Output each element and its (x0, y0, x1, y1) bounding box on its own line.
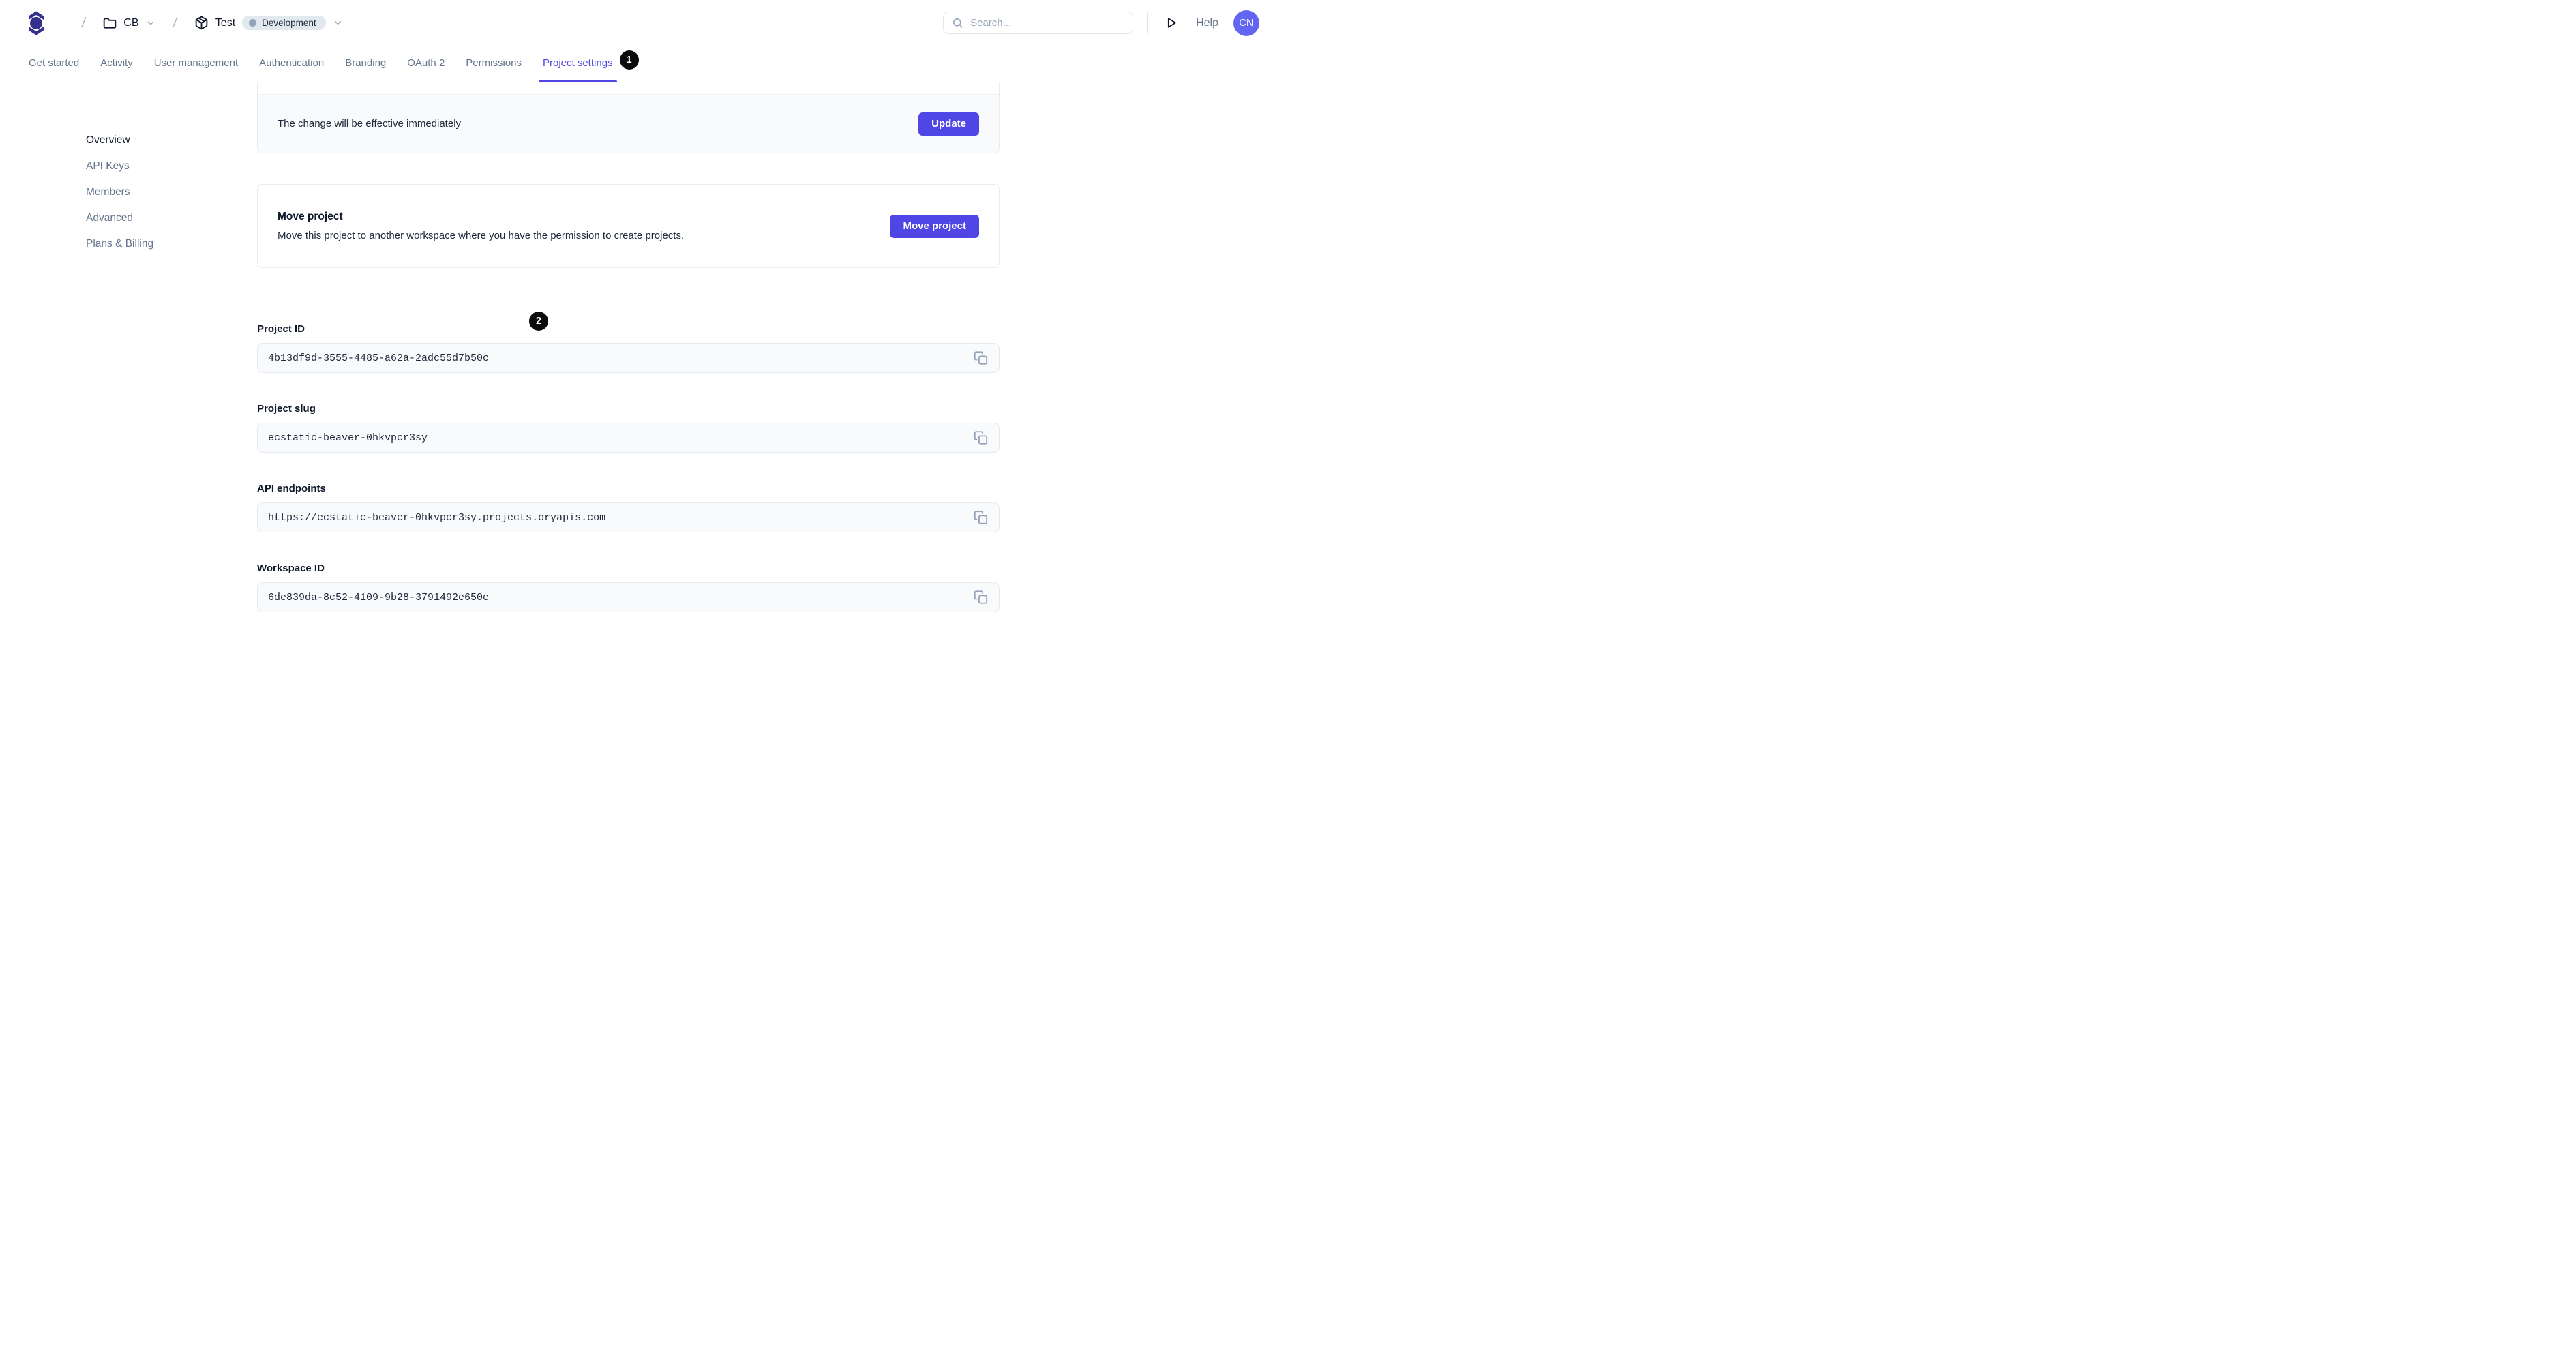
copy-icon[interactable] (972, 350, 989, 367)
tab-activity[interactable]: Activity (99, 57, 134, 82)
copy-icon[interactable] (972, 509, 989, 526)
tab-project-settings[interactable]: Project settings 1 (538, 50, 639, 82)
sidebar-item-advanced[interactable]: Advanced (86, 205, 153, 231)
tab-label: Project settings (542, 57, 613, 69)
breadcrumb-project[interactable]: Test Development (194, 16, 343, 30)
sidebar: Overview API Keys Members Advanced Plans… (86, 127, 153, 257)
field-workspace-id: Workspace ID 6de839da-8c52-4109-9b28-379… (257, 562, 1000, 612)
breadcrumb-workspace[interactable]: CB (103, 16, 155, 30)
divider (1147, 12, 1148, 33)
tab-permissions[interactable]: Permissions (464, 57, 523, 82)
move-project-text: Move project Move this project to anothe… (278, 211, 684, 241)
play-icon[interactable] (1164, 15, 1180, 31)
field-project-id: Project ID 4b13df9d-3555-4485-a62a-2adc5… (257, 323, 1000, 373)
chevron-down-icon (334, 20, 341, 25)
sidebar-item-api-keys[interactable]: API Keys (86, 153, 153, 179)
tab-get-started[interactable]: Get started (27, 57, 80, 82)
field-value: 4b13df9d-3555-4485-a62a-2adc55d7b50c (268, 352, 490, 364)
notification-badge-1: 1 (619, 50, 639, 70)
project-info-section: 2 Project ID 4b13df9d-3555-4485-a62a-2ad… (257, 312, 1000, 612)
tab-oauth-2[interactable]: OAuth 2 (406, 57, 446, 82)
avatar[interactable]: CN (1233, 10, 1259, 36)
sidebar-item-overview[interactable]: Overview (86, 127, 153, 153)
update-card: The change will be effective immediately… (257, 82, 1000, 153)
ory-logo-icon[interactable] (27, 10, 45, 37)
field-label: Project ID (257, 323, 305, 335)
field-value: 6de839da-8c52-4109-9b28-3791492e650e (268, 591, 490, 603)
field-value: https://ecstatic-beaver-0hkvpcr3sy.proje… (268, 511, 606, 524)
package-icon (195, 16, 208, 30)
tab-branding[interactable]: Branding (344, 57, 387, 82)
environment-label: Development (262, 18, 316, 28)
field-value-box: ecstatic-beaver-0hkvpcr3sy (257, 423, 1000, 453)
main-content: The change will be effective immediately… (257, 82, 1000, 642)
field-label: Project slug (257, 403, 316, 415)
sidebar-item-members[interactable]: Members (86, 179, 153, 205)
field-value-box: 4b13df9d-3555-4485-a62a-2adc55d7b50c (257, 343, 1000, 373)
update-card-body (258, 82, 999, 94)
sidebar-item-plans-billing[interactable]: Plans & Billing (86, 231, 153, 257)
move-project-description: Move this project to another workspace w… (278, 230, 685, 241)
field-label: Workspace ID (257, 562, 325, 574)
top-bar: / CB / Test Development Help CN (0, 0, 1288, 46)
field-project-slug: Project slug ecstatic-beaver-0hkvpcr3sy (257, 403, 1000, 453)
top-bar-actions: Help CN (943, 10, 1259, 36)
field-label: API endpoints (257, 483, 326, 494)
step-badge-2: 2 (529, 312, 548, 331)
search-icon (953, 18, 963, 28)
search-box[interactable] (943, 12, 1134, 34)
chevron-down-icon (147, 21, 153, 25)
tab-user-management[interactable]: User management (153, 57, 239, 82)
field-value-box: https://ecstatic-beaver-0hkvpcr3sy.proje… (257, 502, 1000, 532)
environment-dot-icon (249, 19, 257, 27)
breadcrumb-separator: / (80, 15, 87, 30)
copy-icon[interactable] (972, 589, 989, 606)
move-project-title: Move project (278, 211, 343, 222)
move-project-card: Move project Move this project to anothe… (257, 184, 1000, 268)
folder-icon (104, 17, 117, 29)
copy-icon[interactable] (972, 430, 989, 447)
environment-badge: Development (242, 16, 326, 30)
tab-authentication[interactable]: Authentication (258, 57, 325, 82)
move-project-button[interactable]: Move project (890, 214, 979, 238)
breadcrumb-separator: / (172, 15, 178, 30)
search-input[interactable] (970, 17, 1125, 29)
field-value-box: 6de839da-8c52-4109-9b28-3791492e650e (257, 582, 1000, 612)
update-card-footer: The change will be effective immediately… (258, 94, 999, 153)
page-body: Overview API Keys Members Advanced Plans… (0, 82, 1288, 682)
field-api-endpoints: API endpoints https://ecstatic-beaver-0h… (257, 483, 1000, 532)
update-button[interactable]: Update (918, 112, 979, 136)
field-value: ecstatic-beaver-0hkvpcr3sy (268, 432, 428, 444)
help-link[interactable]: Help (1196, 17, 1218, 29)
tab-bar: Get started Activity User management Aut… (0, 46, 1288, 82)
workspace-name: CB (123, 16, 139, 29)
update-card-message: The change will be effective immediately (278, 118, 462, 130)
project-name: Test (215, 16, 236, 29)
